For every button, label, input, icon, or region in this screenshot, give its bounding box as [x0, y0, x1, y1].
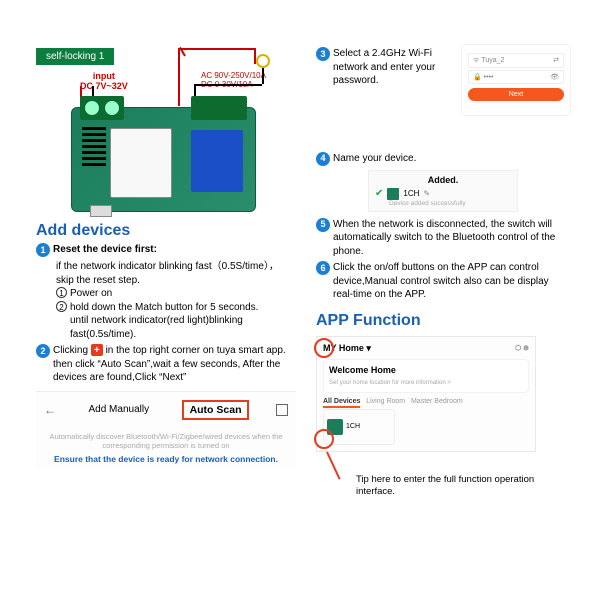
step-2-text: Clicking + in the top right corner on tu… [53, 344, 296, 385]
tip-arrow [326, 451, 340, 479]
terminal-left [80, 96, 124, 120]
app-add-screen: ← Add Manually Auto Scan Automatically d… [36, 391, 296, 471]
highlight-home [314, 338, 334, 358]
lamp-symbol [256, 54, 270, 68]
welcome-title: Welcome Home [329, 365, 396, 375]
wifi-chip [110, 128, 172, 198]
added-sub: Device added successfully [389, 200, 511, 207]
ac-line1: AC 90V-250V/10A [201, 71, 266, 80]
step-badge-1: 1 [36, 243, 50, 257]
check-icon: ✔ [375, 188, 383, 199]
tab-row: ← Add Manually Auto Scan [44, 398, 288, 426]
left-column: Add devices 1 Reset the device first: if… [36, 218, 296, 470]
step-6: 6 Click the on/off buttons on the APP ca… [316, 261, 571, 302]
back-icon[interactable]: ← [44, 403, 56, 417]
wifi-ssid: Tuya_2 [481, 57, 504, 64]
step-1-text: Reset the device first: [53, 243, 296, 257]
wire [262, 68, 264, 84]
lock-icon: 🔒 •••• [473, 73, 493, 81]
scan-icon[interactable] [276, 404, 288, 416]
section-add-devices: Add devices [36, 222, 296, 240]
switch-symbol [184, 46, 202, 56]
home-header: MY Home ▾ ⬡ ⊕ [323, 343, 529, 354]
plus-icon: + [91, 344, 103, 356]
step-4: 4 Name your device. [316, 152, 571, 166]
scan-hint-blue: Ensure that the device is ready for netw… [44, 454, 288, 464]
home-icons: ⬡ ⊕ [515, 344, 529, 352]
step-badge-3: 3 [316, 47, 330, 61]
step-6-text: Click the on/off buttons on the APP can … [333, 261, 571, 302]
circ-2: 2 [56, 301, 67, 312]
terminal-right [191, 96, 247, 120]
device-tile-name: 1CH [346, 423, 360, 430]
step-2a: Clicking [53, 345, 91, 356]
tip-text: Tip here to enter the full function oper… [356, 456, 571, 499]
tab-living-room[interactable]: Living Room [366, 398, 405, 405]
step-3-text: Select a 2.4GHz Wi-Fi network and enter … [333, 47, 451, 88]
step-badge-4: 4 [316, 152, 330, 166]
welcome-card: Welcome Home Set your home location for … [323, 359, 529, 393]
highlight-device [314, 429, 334, 449]
input-range: DC 7V~32V [80, 81, 128, 91]
section-app-function: APP Function [316, 312, 571, 330]
device-tabs: All Devices Living Room Master Bedroom [323, 398, 529, 405]
app-home-screen: MY Home ▾ ⬡ ⊕ Welcome Home Set your home… [316, 336, 536, 452]
step-1b: 2hold down the Match button for 5 second… [56, 301, 296, 315]
step-3: 3 Select a 2.4GHz Wi-Fi network and ente… [316, 47, 451, 88]
wifi-card: ᯤ Tuya_2⇄ 🔒 ••••👁 Next [461, 44, 571, 116]
step-5-text: When the network is disconnected, the sw… [333, 218, 571, 259]
device-thumb [387, 188, 399, 200]
input-label-title: input [93, 71, 115, 81]
pcb-board [71, 107, 256, 212]
usb-port [90, 205, 112, 217]
step-1-title: Reset the device first: [53, 244, 157, 255]
step-badge-6: 6 [316, 261, 330, 275]
added-card: Added. ✔ 1CH ✎ Device added successfully [368, 170, 518, 212]
step-2: 2 Clicking + in the top right corner on … [36, 344, 296, 385]
step-1a-text: Power on [70, 288, 112, 299]
wifi-ssid-row[interactable]: ᯤ Tuya_2⇄ [468, 53, 564, 68]
right-column: 3 Select a 2.4GHz Wi-Fi network and ente… [316, 44, 571, 498]
tab-all-devices[interactable]: All Devices [323, 398, 360, 408]
pencil-icon[interactable]: ✎ [423, 189, 430, 198]
circ-1: 1 [56, 287, 67, 298]
tab-auto-scan[interactable]: Auto Scan [182, 400, 250, 420]
input-label: input DC 7V~32V [80, 72, 128, 92]
step-1a: 1Power on [56, 287, 296, 301]
eye-icon: 👁 [550, 73, 559, 81]
added-name: 1CH [403, 189, 419, 198]
wifi-pass-row[interactable]: 🔒 •••• 👁 [468, 70, 564, 84]
step-1b2: until network indicator(red light)blinki… [70, 314, 296, 341]
relay [191, 130, 243, 192]
swap-icon: ⇄ [553, 56, 559, 65]
step-badge-5: 5 [316, 218, 330, 232]
wire [194, 84, 262, 86]
step-badge-2: 2 [36, 344, 50, 358]
step-1: 1 Reset the device first: [36, 243, 296, 257]
step-5: 5 When the network is disconnected, the … [316, 218, 571, 259]
added-title: Added. [375, 175, 511, 185]
step-4-text: Name your device. [333, 152, 571, 166]
step-1-sub: if the network indicator blinking fast（0… [56, 260, 296, 287]
added-row: ✔ 1CH ✎ [375, 188, 511, 200]
wifi-next-button[interactable]: Next [468, 88, 564, 101]
tab-add-manually[interactable]: Add Manually [82, 402, 155, 417]
tab-master-bed[interactable]: Master Bedroom [411, 398, 463, 405]
ac-label: AC 90V-250V/10A DC 0-30V/10A [201, 72, 266, 90]
step-1b1-text: hold down the Match button for 5 seconds… [70, 302, 258, 313]
scan-hint-grey: Automatically discover Bluetooth/Wi-Fi/Z… [44, 432, 288, 452]
wiring-diagram: input DC 7V~32V AC 90V-250V/10A DC 0-30V… [36, 52, 271, 217]
welcome-sub: Set your home location for more informat… [329, 380, 451, 386]
antenna [82, 126, 106, 166]
wire [178, 48, 180, 106]
